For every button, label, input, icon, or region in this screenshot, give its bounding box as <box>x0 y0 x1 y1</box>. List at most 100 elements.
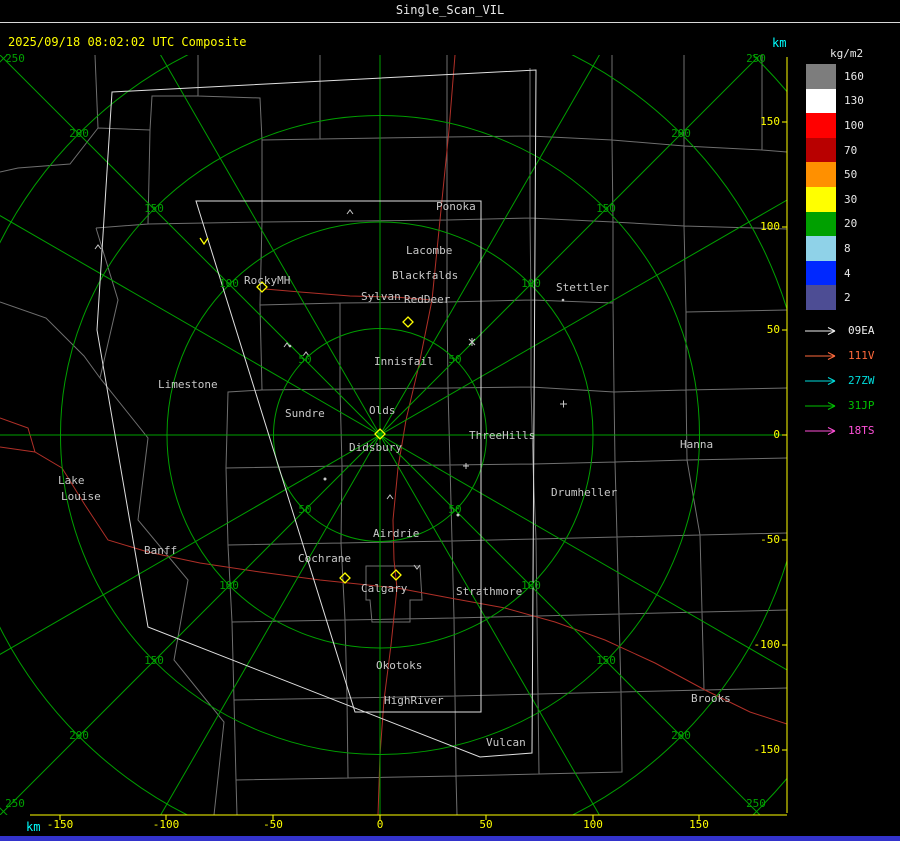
legend-value: 160 <box>844 69 864 83</box>
legend-row: 70 <box>806 137 864 163</box>
legend-swatch <box>806 64 836 89</box>
tick-label: 0 <box>376 818 384 831</box>
city-label: Limestone <box>158 378 218 391</box>
site-row: 18TS <box>804 418 875 443</box>
legend-value: 30 <box>844 192 858 206</box>
tick-label: -150 <box>753 743 781 756</box>
bottom-axis-unit: km <box>26 820 41 834</box>
tick-label: -100 <box>753 638 781 651</box>
legend-value: 100 <box>844 118 864 132</box>
color-scale-legend: 160 130 100 70 50 30 20 8 4 2 <box>806 64 864 310</box>
city-label: Cochrane <box>298 552 351 565</box>
tick-label: 0 <box>773 428 780 441</box>
legend-swatch <box>806 236 836 261</box>
site-arrow-icon <box>805 351 836 360</box>
legend-value: 70 <box>844 143 858 157</box>
city-label: Didsbury <box>349 441 402 454</box>
legend-row: 8 <box>806 236 864 261</box>
site-row: 09EA <box>804 318 875 343</box>
city-label: Sylvan <box>361 290 401 303</box>
ring-label: 150 <box>596 654 616 667</box>
city-label: Lake <box>58 474 85 487</box>
ring-label: 150 <box>144 654 164 667</box>
legend-swatch <box>806 113 836 138</box>
ring-label: 250 <box>746 52 766 65</box>
site-id: 18TS <box>848 424 875 437</box>
legend-row: 2 <box>806 285 864 310</box>
tick-label: -100 <box>152 818 180 831</box>
ring-label: 50 <box>298 503 312 516</box>
ring-label: 250 <box>5 797 25 810</box>
legend-row: 30 <box>806 186 864 212</box>
city-label: Strathmore <box>456 585 523 598</box>
legend-row: 100 <box>806 113 864 138</box>
site-arrow-icon <box>805 401 836 410</box>
ring-label: 200 <box>69 127 89 140</box>
ring-label: 100 <box>521 277 541 290</box>
legend-swatch <box>806 186 836 212</box>
tick-label: 150 <box>760 115 780 128</box>
site-arrow-icon <box>805 376 836 385</box>
bottom-status-bar <box>0 836 900 841</box>
city-label: Innisfail <box>374 355 434 368</box>
ring-label: 150 <box>144 202 164 215</box>
ring-label: 200 <box>671 729 691 742</box>
tick-label: 50 <box>479 818 493 831</box>
site-row: 111V <box>804 343 875 368</box>
tick-label: 50 <box>766 323 780 336</box>
legend-value: 8 <box>844 241 851 255</box>
city-label: Vulcan <box>486 736 526 749</box>
legend-value: 20 <box>844 217 858 231</box>
city-label: Blackfalds <box>392 269 459 282</box>
legend-row: 160 <box>806 64 864 89</box>
ring-label: 250 <box>5 52 25 65</box>
city-label: ThreeHills <box>469 429 536 442</box>
right-axis <box>782 57 788 813</box>
city-label: Banff <box>144 544 178 557</box>
ring-label: 50 <box>448 503 462 516</box>
city-label: Ponoka <box>436 200 476 213</box>
ring-label: 100 <box>219 277 239 290</box>
tick-label: 100 <box>760 220 780 233</box>
town-dot <box>561 298 565 302</box>
site-legend: 09EA 111V 27ZW 31JP 18TS <box>804 318 875 443</box>
city-label: Okotoks <box>376 659 423 672</box>
site-id: 27ZW <box>848 374 875 387</box>
legend-value: 50 <box>844 168 858 182</box>
site-id: 31JP <box>848 399 875 412</box>
town-dot <box>323 477 327 481</box>
tick-label: -50 <box>263 818 283 831</box>
city-label: Hanna <box>680 438 714 451</box>
city-label: Lacombe <box>406 244 453 257</box>
site-row: 31JP <box>804 393 875 418</box>
legend-row: 20 <box>806 211 864 237</box>
legend-row: 50 <box>806 162 864 187</box>
ring-label: 50 <box>298 353 312 366</box>
city-label: Drumheller <box>551 486 618 499</box>
ring-label: 200 <box>69 729 89 742</box>
city-label: Airdrie <box>373 527 420 540</box>
legend-value: 2 <box>844 291 851 305</box>
legend-swatch <box>806 211 836 237</box>
tick-label: 150 <box>689 818 709 831</box>
city-label: Louise <box>61 490 101 503</box>
city-label: Brooks <box>691 692 731 705</box>
tick-label: 100 <box>583 818 603 831</box>
city-label: RedDeer <box>404 293 451 306</box>
legend-swatch <box>806 88 836 114</box>
legend-row: 130 <box>806 88 864 114</box>
ring-label: 50 <box>448 353 462 366</box>
site-id: 111V <box>848 349 875 362</box>
ring-label: 250 <box>746 797 766 810</box>
city-label: Calgary <box>361 582 408 595</box>
ring-label: 200 <box>671 127 691 140</box>
legend-swatch <box>806 162 836 187</box>
legend-swatch <box>806 137 836 163</box>
city-label: RockyMH <box>244 274 291 287</box>
legend-unit: kg/m2 <box>830 47 864 60</box>
legend-swatch <box>806 260 836 286</box>
city-label: Stettler <box>556 281 609 294</box>
site-arrow-icon <box>805 326 836 335</box>
legend-value: 130 <box>844 94 864 108</box>
legend-row: 4 <box>806 260 864 286</box>
